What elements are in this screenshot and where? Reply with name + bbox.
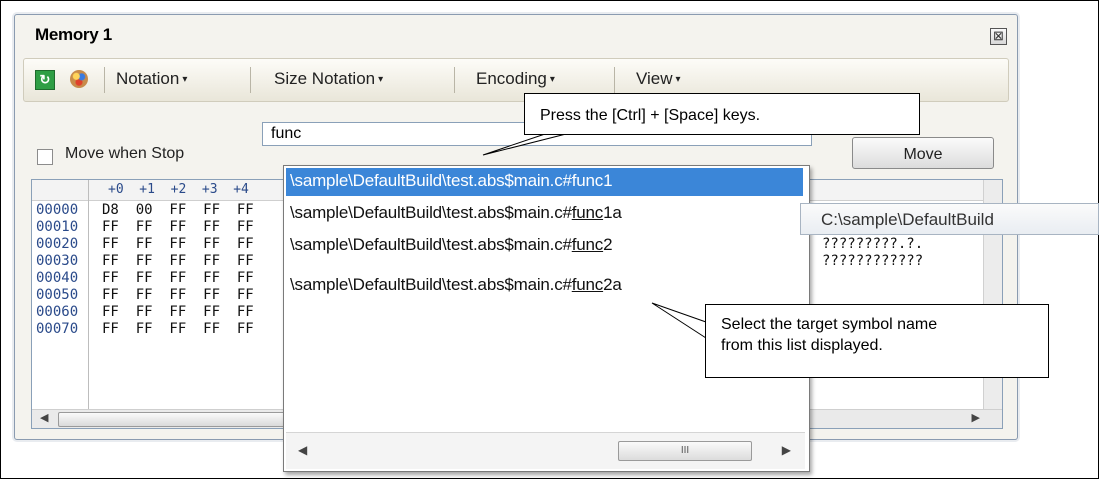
callout-select-hint: Select the target symbol name from this … bbox=[705, 304, 1049, 378]
callout-pointer-select bbox=[651, 302, 707, 339]
callout-select-line1: Select the target symbol name bbox=[721, 316, 938, 333]
callout-pointers bbox=[482, 133, 707, 339]
callout-select-line2: from this list displayed. bbox=[721, 337, 883, 354]
callout-keys-hint: Press the [Ctrl] + [Space] keys. bbox=[524, 93, 920, 135]
callout-pointer-keys bbox=[482, 133, 567, 156]
